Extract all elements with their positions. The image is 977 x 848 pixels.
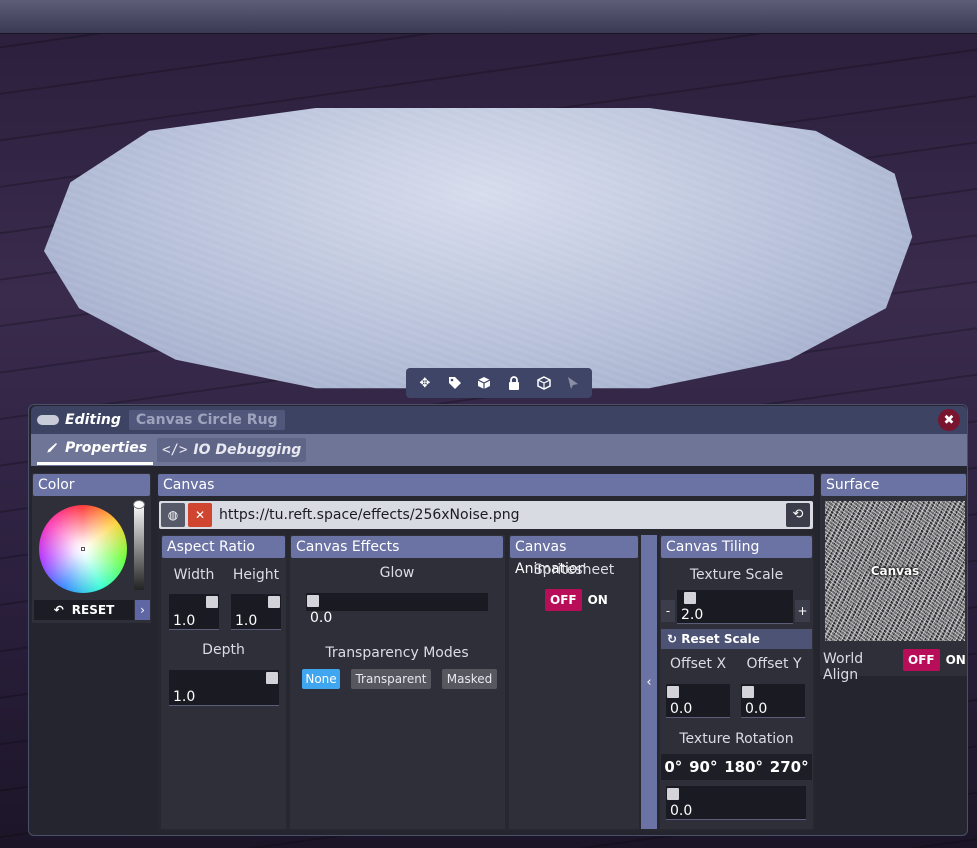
texture-rotation-input[interactable]: 0.0 bbox=[666, 800, 806, 820]
spritesheet-toggle[interactable]: OFF ON bbox=[545, 589, 608, 611]
close-button[interactable]: ✖ bbox=[938, 409, 960, 431]
rotation-presets: 0° 90° 180° 270° bbox=[661, 754, 812, 780]
surface-preview[interactable]: Canvas bbox=[825, 501, 965, 641]
depth-label: Depth bbox=[202, 642, 245, 658]
rug-object[interactable] bbox=[44, 108, 913, 389]
history-icon: ⟲ bbox=[792, 507, 804, 522]
cube-physics-icon[interactable] bbox=[471, 372, 497, 394]
mode-transparent-button[interactable]: Transparent bbox=[351, 669, 431, 689]
height-label: Height bbox=[232, 567, 280, 583]
width-input[interactable]: 1.0 bbox=[169, 610, 219, 630]
clear-url-button[interactable]: ✕ bbox=[188, 503, 212, 527]
object-type-icon bbox=[37, 415, 59, 425]
offset-x-input[interactable]: 0.0 bbox=[666, 698, 730, 718]
lock-icon[interactable] bbox=[501, 372, 527, 394]
color-expand-button[interactable]: › bbox=[135, 600, 150, 620]
spritesheet-label: Spritesheet bbox=[533, 562, 615, 578]
rotation-180-button[interactable]: 180° bbox=[724, 758, 763, 776]
reset-scale-button[interactable]: ↻ Reset Scale bbox=[661, 629, 812, 649]
tag-icon[interactable] bbox=[442, 372, 468, 394]
code-icon: </> bbox=[162, 442, 188, 458]
canvas-effects-header: Canvas Effects bbox=[291, 536, 503, 558]
mode-masked-button[interactable]: Masked bbox=[442, 669, 497, 689]
color-picker-dot[interactable] bbox=[81, 547, 85, 551]
world-align-label: World Align bbox=[823, 651, 864, 683]
globe-button[interactable]: ◍ bbox=[161, 503, 185, 527]
editor-titlebar[interactable]: Editing Canvas Circle Rug ✖ bbox=[31, 406, 967, 434]
canvas-animation-header: Canvas Animation bbox=[510, 536, 638, 577]
texture-scale-input[interactable]: 2.0 bbox=[677, 604, 793, 624]
refresh-icon: ↻ bbox=[667, 632, 678, 646]
reset-label: RESET bbox=[71, 603, 115, 617]
spritesheet-off[interactable]: OFF bbox=[545, 589, 582, 611]
chevron-right-icon: › bbox=[140, 603, 145, 617]
canvas-header: Canvas bbox=[158, 474, 814, 496]
undo-icon: ↶ bbox=[53, 603, 64, 617]
color-reset-button[interactable]: ↶ RESET bbox=[34, 600, 134, 620]
tab-io-debugging[interactable]: </> IO Debugging bbox=[157, 438, 307, 462]
offset-y-label: Offset Y bbox=[746, 656, 802, 672]
texture-rotation-label: Texture Rotation bbox=[679, 731, 794, 747]
height-input[interactable]: 1.0 bbox=[231, 610, 281, 630]
color-wheel[interactable] bbox=[39, 505, 127, 593]
world-align-off[interactable]: OFF bbox=[903, 649, 940, 671]
offset-y-input[interactable]: 0.0 bbox=[741, 698, 805, 718]
tab-properties[interactable]: Properties bbox=[37, 435, 154, 465]
cursor-icon[interactable] bbox=[560, 372, 586, 394]
tab-bar: Properties </> IO Debugging bbox=[31, 434, 967, 466]
url-history-button[interactable]: ⟲ bbox=[786, 503, 810, 527]
surface-preview-label: Canvas bbox=[870, 564, 920, 578]
globe-icon: ◍ bbox=[167, 508, 179, 522]
reset-scale-label: Reset Scale bbox=[681, 632, 760, 646]
depth-input[interactable]: 1.0 bbox=[169, 686, 279, 706]
glow-input[interactable]: 0.0 bbox=[306, 607, 488, 627]
tab-io-debugging-label: IO Debugging bbox=[193, 442, 302, 458]
scene-wall bbox=[0, 0, 977, 34]
chevron-left-icon: ‹ bbox=[646, 674, 652, 690]
rotation-0-button[interactable]: 0° bbox=[664, 758, 682, 776]
close-icon: ✖ bbox=[943, 412, 955, 428]
width-label: Width bbox=[173, 567, 215, 583]
glow-label: Glow bbox=[379, 565, 415, 581]
url-input[interactable]: https://tu.reft.space/effects/256xNoise.… bbox=[219, 503, 779, 527]
window-title: Editing bbox=[65, 412, 121, 428]
object-name-field[interactable]: Canvas Circle Rug bbox=[128, 410, 285, 430]
texture-scale-label: Texture Scale bbox=[689, 567, 784, 583]
aspect-ratio-header: Aspect Ratio bbox=[162, 536, 285, 558]
cube-icon[interactable] bbox=[531, 372, 557, 394]
spritesheet-on[interactable]: ON bbox=[588, 593, 608, 607]
scale-minus-button[interactable]: - bbox=[661, 600, 675, 622]
offset-x-label: Offset X bbox=[669, 656, 727, 672]
canvas-tiling-header: Canvas Tiling bbox=[661, 536, 812, 558]
color-header: Color bbox=[33, 474, 150, 496]
brightness-slider[interactable] bbox=[133, 500, 145, 590]
scale-plus-button[interactable]: + bbox=[795, 600, 810, 622]
rotation-90-button[interactable]: 90° bbox=[689, 758, 717, 776]
x-icon: ✕ bbox=[194, 508, 206, 522]
transparency-modes-label: Transparency Modes bbox=[325, 645, 469, 661]
tab-properties-label: Properties bbox=[65, 440, 148, 456]
world-align-on[interactable]: ON bbox=[946, 653, 966, 667]
surface-header: Surface bbox=[821, 474, 966, 496]
object-toolbar: ✥ bbox=[406, 368, 592, 398]
world-align-toggle[interactable]: OFF ON bbox=[903, 649, 966, 671]
collapse-handle[interactable]: ‹ bbox=[641, 535, 657, 829]
rotation-270-button[interactable]: 270° bbox=[770, 758, 809, 776]
mode-none-button[interactable]: None bbox=[302, 669, 340, 689]
move-icon[interactable]: ✥ bbox=[412, 372, 438, 394]
brush-icon bbox=[45, 443, 57, 453]
